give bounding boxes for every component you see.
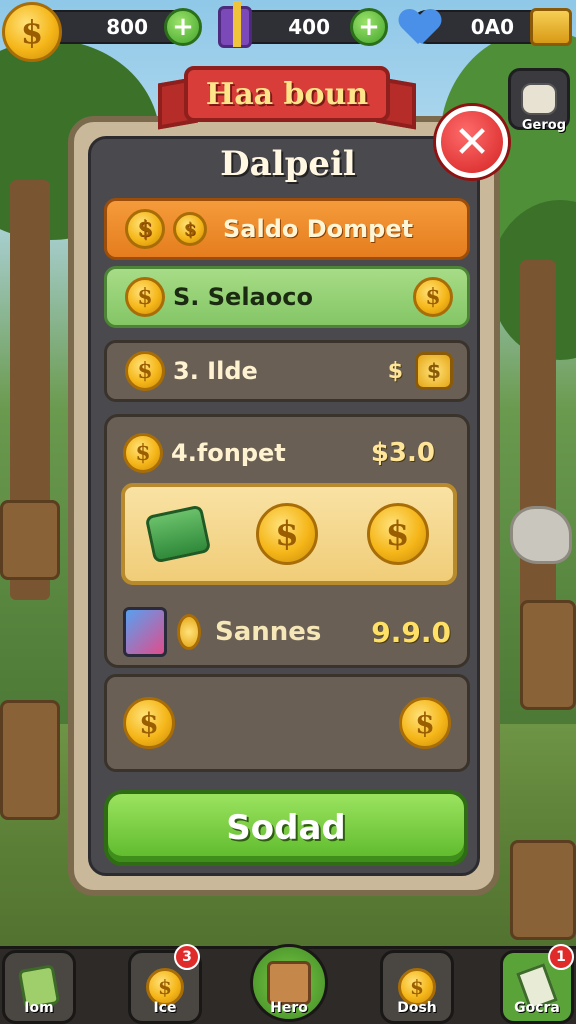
row-value: $ [387, 358, 403, 384]
wooden-fence [520, 600, 576, 710]
wallet-group: $ 4.fonpet $3.0 $ $ Sannes 9.9.0 [104, 414, 470, 668]
nav-label: Ice [153, 1000, 177, 1016]
coin-icon: $ [123, 697, 175, 749]
coin-stack-icon: $ [415, 352, 453, 390]
coin-icon: $ [125, 209, 165, 249]
nav-label: Hero [270, 1000, 308, 1016]
row-label: Saldo Dompet [223, 215, 414, 243]
reward-box[interactable]: $ $ [121, 483, 457, 585]
coin-icon: $ [399, 697, 451, 749]
coin-icon: $ [125, 277, 165, 317]
wooden-fence [0, 700, 60, 820]
chest-icon[interactable] [530, 8, 572, 46]
nav-label: Gocra [514, 1000, 560, 1016]
add-gems-button[interactable]: + [350, 8, 388, 46]
group-header: $ 4.fonpet $3.0 [123, 431, 451, 475]
top-hud: 800 $ + 400 + 0A0 [0, 0, 576, 62]
row-label: S. Selaoco [173, 283, 313, 311]
title-ribbon: Haa boun [158, 66, 416, 130]
heart-icon [400, 8, 440, 48]
ribbon-title: Haa boun [184, 66, 390, 122]
coin-icon: $ [255, 503, 318, 565]
notification-badge: 3 [174, 944, 200, 970]
add-coins-button[interactable]: + [164, 8, 202, 46]
card-icon [123, 607, 167, 657]
pet-icon [521, 83, 557, 115]
footer-value: 9.9.0 [371, 615, 451, 649]
coin-row[interactable]: $ $ [104, 674, 470, 772]
side-menu-label: Gerog [521, 118, 566, 133]
coin-icon: $ [366, 503, 429, 565]
tree-trunk [520, 260, 556, 620]
balance-row[interactable]: $ S. Selaoco $ [104, 266, 470, 328]
hearts-value: 0A0 [470, 15, 514, 39]
coins-value: 800 [106, 15, 148, 39]
coin-icon: $ [173, 212, 207, 246]
wooden-fence [510, 840, 576, 940]
gems-value: 400 [288, 15, 330, 39]
wooden-fence [0, 500, 60, 580]
panel-title: Dalpeil [220, 144, 356, 184]
cash-icon [144, 504, 212, 564]
coin-icon: $ [125, 351, 165, 391]
group-value: $3.0 [370, 438, 435, 468]
coin-icon: $ [123, 433, 163, 473]
gift-icon [218, 1, 252, 48]
group-footer: Sannes 9.9.0 [123, 607, 451, 657]
footer-label: Sannes [215, 617, 322, 647]
confirm-button[interactable]: Sodad [104, 790, 468, 866]
row-label: 3. Ilde [173, 357, 258, 385]
notification-badge: 1 [548, 944, 574, 970]
nav-label: Dosh [397, 1000, 437, 1016]
group-label: 4.fonpet [171, 439, 286, 467]
wallet-balance-row[interactable]: $ $ Saldo Dompet [104, 198, 470, 260]
item-row[interactable]: $ 3. Ilde $ $ [104, 340, 470, 402]
nav-label: Iom [24, 1000, 54, 1016]
coin-icon: $ [2, 2, 62, 62]
shop-icon [267, 961, 311, 1005]
coin-icon: $ [413, 277, 453, 317]
coin-icon [177, 614, 201, 650]
rock [510, 506, 572, 564]
